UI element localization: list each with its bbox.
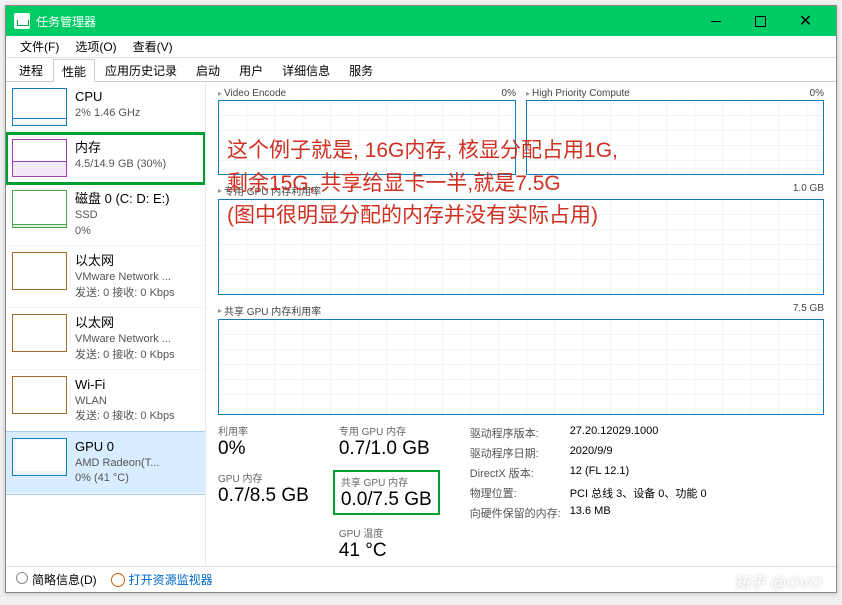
cpu-thumb-icon [12,88,67,126]
shared-mem-value: 0.0/7.5 GB [341,489,432,511]
temp-value: 41 °C [339,540,440,562]
tab-users[interactable]: 用户 [230,58,272,81]
graph-label-high-priority[interactable]: High Priority Compute [526,88,810,99]
app-icon [14,13,30,29]
close-button[interactable]: ✕ [783,6,828,36]
sidebar-mem-value: 4.5/14.9 GB (30%) [75,157,166,172]
sidebar-mem-title: 内存 [75,139,166,157]
util-label: 利用率 [218,423,309,438]
titlebar[interactable]: 任务管理器 ✕ [6,6,836,36]
sidebar-cpu-title: CPU [75,88,140,106]
gpu-stats: 利用率 0% GPU 内存 0.7/8.5 GB 专用 GPU 内存 0.7/1… [218,423,824,566]
wifi-thumb-icon [12,376,67,414]
memory-thumb-icon [12,139,67,177]
statusbar: 简略信息(D) 打开资源监视器 [6,566,836,592]
tab-details[interactable]: 详细信息 [273,58,339,81]
fewer-details-button[interactable]: 简略信息(D) [16,571,97,588]
window-title: 任务管理器 [36,13,693,30]
watermark: 知乎 @OVO [734,569,822,593]
graph-shared-mem [218,319,824,415]
task-manager-window: 任务管理器 ✕ 文件(F) 选项(O) 查看(V) 进程 性能 应用历史记录 启… [5,5,837,593]
disk-thumb-icon [12,190,67,228]
sidebar-item-eth0[interactable]: 以太网 VMware Network ... 发送: 0 接收: 0 Kbps [6,246,205,308]
shared-mem-label: 共享 GPU 内存 [341,474,432,489]
tab-apphistory[interactable]: 应用历史记录 [96,58,186,81]
shared-mem-highlighted: 共享 GPU 内存 0.0/7.5 GB [333,470,440,515]
tab-processes[interactable]: 进程 [10,58,52,81]
ded-mem-value: 0.7/1.0 GB [339,438,440,460]
menu-file[interactable]: 文件(F) [12,38,67,55]
ded-mem-label: 专用 GPU 内存 [339,423,440,438]
util-value: 0% [218,438,309,460]
tab-startup[interactable]: 启动 [187,58,229,81]
menu-view[interactable]: 查看(V) [125,38,181,55]
annotation-overlay: 这个例子就是, 16G内存, 核显分配占用1G, 剩余15G, 共享给显卡一半,… [227,135,618,233]
gpu-mem-label: GPU 内存 [218,470,309,485]
tab-performance[interactable]: 性能 [53,59,95,82]
graph-label-video-encode[interactable]: Video Encode [218,88,502,99]
maximize-button[interactable] [738,6,783,36]
tabbar: 进程 性能 应用历史记录 启动 用户 详细信息 服务 [6,58,836,82]
sidebar-cpu-value: 2% 1.46 GHz [75,106,140,121]
menubar: 文件(F) 选项(O) 查看(V) [6,36,836,58]
sidebar-item-cpu[interactable]: CPU 2% 1.46 GHz [6,82,205,133]
graph-label-shared-mem: 共享 GPU 内存利用率 [218,303,321,318]
sidebar-item-memory[interactable]: 内存 4.5/14.9 GB (30%) [6,133,205,184]
sidebar-disk-title: 磁盘 0 (C: D: E:) [75,190,170,208]
gpu-thumb-icon [12,438,67,476]
sidebar-item-disk0[interactable]: 磁盘 0 (C: D: E:) SSD 0% [6,184,205,246]
ethernet-thumb-icon [12,314,67,352]
perf-sidebar: CPU 2% 1.46 GHz 内存 4.5/14.9 GB (30%) 磁盘 … [6,82,206,566]
tab-services[interactable]: 服务 [340,58,382,81]
sidebar-item-gpu0[interactable]: GPU 0 AMD Radeon(T... 0% (41 °C) [6,432,205,494]
sidebar-item-eth1[interactable]: 以太网 VMware Network ... 发送: 0 接收: 0 Kbps [6,308,205,370]
gpu-mem-value: 0.7/8.5 GB [218,485,309,507]
sidebar-item-wifi[interactable]: Wi-Fi WLAN 发送: 0 接收: 0 Kbps [6,370,205,432]
menu-options[interactable]: 选项(O) [67,38,124,55]
temp-label: GPU 温度 [339,525,440,540]
minimize-button[interactable] [693,6,738,36]
ethernet-thumb-icon [12,252,67,290]
open-resmon-link[interactable]: 打开资源监视器 [111,571,213,588]
